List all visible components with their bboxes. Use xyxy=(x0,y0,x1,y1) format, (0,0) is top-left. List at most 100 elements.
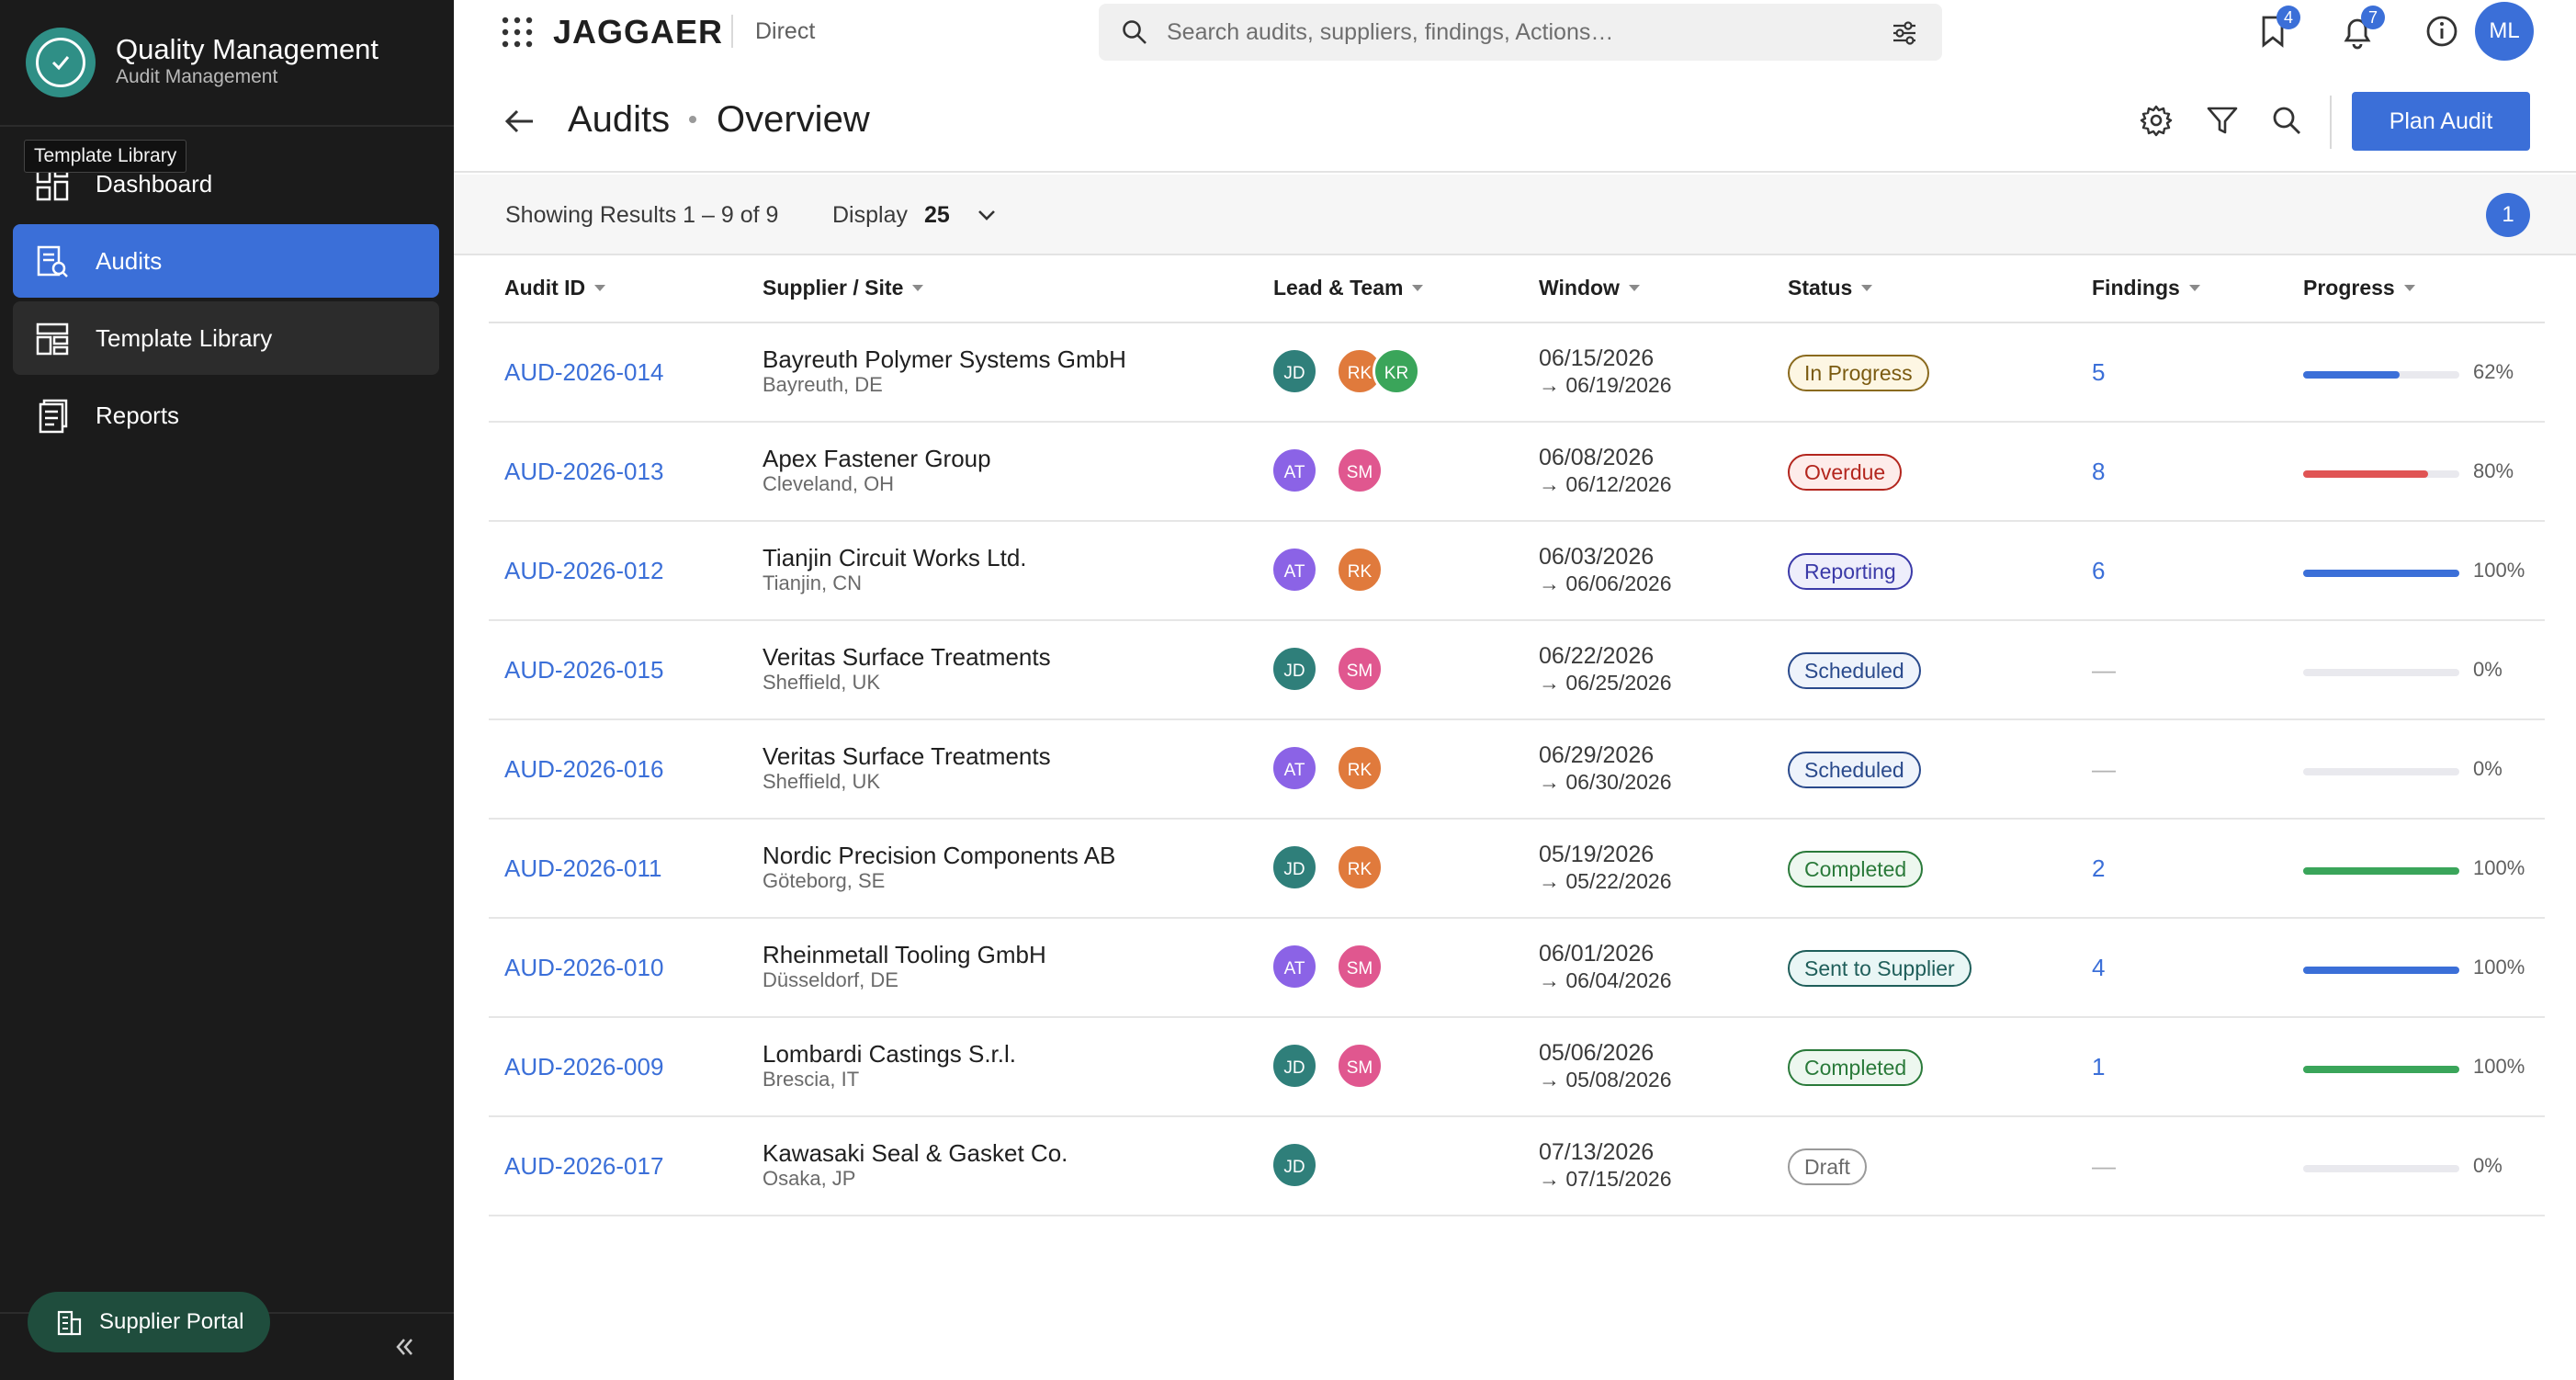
column-header-window[interactable]: Window xyxy=(1539,276,1640,300)
progress-bar xyxy=(2303,867,2459,875)
window-start: 06/08/2026 xyxy=(1539,445,1655,470)
back-arrow-icon[interactable] xyxy=(502,103,538,140)
window-start: 05/06/2026 xyxy=(1539,1040,1655,1066)
team-avatar[interactable]: RK xyxy=(1336,744,1384,792)
search-icon xyxy=(1123,20,1147,44)
brand-divider xyxy=(731,15,733,48)
team-avatar[interactable]: AT xyxy=(1271,744,1318,792)
column-header-team[interactable]: Lead & Team xyxy=(1273,276,1424,300)
progress-bar xyxy=(2303,768,2459,775)
supplier-site: Tianjin, CN xyxy=(763,571,862,594)
findings-count[interactable]: 8 xyxy=(2092,458,2105,486)
info-button[interactable] xyxy=(2423,13,2460,50)
column-header-progress[interactable]: Progress xyxy=(2303,276,2415,300)
table-row[interactable]: AUD-2026-017 Kawasaki Seal & Gasket Co. Os… xyxy=(489,1117,2545,1216)
table-row[interactable]: AUD-2026-010 Rheinmetall Tooling GmbH Düss… xyxy=(489,919,2545,1018)
table-row[interactable]: AUD-2026-012 Tianjin Circuit Works Ltd. Ti… xyxy=(489,522,2545,621)
team-avatar[interactable]: SM xyxy=(1336,1042,1384,1090)
search-input[interactable] xyxy=(1167,13,1865,51)
sidebar-item-template-library[interactable]: Template Library xyxy=(13,301,439,375)
audit-id-link[interactable]: AUD-2026-009 xyxy=(504,1053,663,1081)
audit-id-link[interactable]: AUD-2026-010 xyxy=(504,954,663,982)
progress-bar xyxy=(2303,371,2459,379)
team-avatar[interactable]: SM xyxy=(1336,943,1384,990)
audit-id-link[interactable]: AUD-2026-013 xyxy=(504,458,663,486)
supplier-site: Cleveland, OH xyxy=(763,472,895,495)
team-avatar[interactable]: AT xyxy=(1271,546,1318,594)
table-row[interactable]: AUD-2026-016 Veritas Surface Treatments Sh… xyxy=(489,720,2545,820)
table-row[interactable]: AUD-2026-014 Bayreuth Polymer Systems Gmb… xyxy=(489,323,2545,423)
sidebar-item-audits[interactable]: Audits xyxy=(13,224,439,298)
filter-icon[interactable] xyxy=(2205,103,2240,138)
app-grid-icon[interactable] xyxy=(500,15,535,50)
team-avatar[interactable]: AT xyxy=(1271,943,1318,990)
window-end: → 06/06/2026 xyxy=(1539,571,1672,595)
findings-count[interactable]: 5 xyxy=(2092,358,2105,387)
progress-bar xyxy=(2303,470,2459,478)
team-avatar[interactable]: JD xyxy=(1271,1042,1318,1090)
template-icon xyxy=(36,322,69,356)
findings-count[interactable]: 6 xyxy=(2092,557,2105,585)
team-avatar[interactable]: SM xyxy=(1336,447,1384,494)
team-avatar[interactable]: RK xyxy=(1336,843,1384,891)
column-header-findings[interactable]: Findings xyxy=(2092,276,2200,300)
collapse-sidebar-button[interactable] xyxy=(388,1330,421,1363)
team-avatar[interactable]: JD xyxy=(1271,843,1318,891)
findings-count[interactable]: 4 xyxy=(2092,954,2105,982)
team-avatar[interactable]: KR xyxy=(1373,347,1420,395)
audit-id-link[interactable]: AUD-2026-012 xyxy=(504,557,663,585)
status-badge: In Progress xyxy=(1788,355,1929,391)
sidebar-item-label: Dashboard xyxy=(96,169,213,198)
audit-id-link[interactable]: AUD-2026-014 xyxy=(504,358,663,387)
table-row[interactable]: AUD-2026-009 Lombardi Castings S.r.l. Bres… xyxy=(489,1018,2545,1117)
audit-id-link[interactable]: AUD-2026-015 xyxy=(504,656,663,684)
tooltip: Template Library xyxy=(24,140,187,173)
plan-audit-button[interactable]: Plan Audit xyxy=(2352,92,2530,151)
settings-gear-icon[interactable] xyxy=(2139,103,2174,138)
column-header-audit-id[interactable]: Audit ID xyxy=(504,276,606,300)
sort-icon xyxy=(912,285,924,291)
page-size-select[interactable]: 25 xyxy=(924,202,950,229)
progress-bar xyxy=(2303,967,2459,974)
team-avatar[interactable]: SM xyxy=(1336,645,1384,693)
table-header: Audit ID Supplier / Site Lead & Team Win… xyxy=(489,255,2545,323)
status-badge: Scheduled xyxy=(1788,752,1921,788)
table-row[interactable]: AUD-2026-013 Apex Fastener Group Cleveland… xyxy=(489,423,2545,522)
column-header-status[interactable]: Status xyxy=(1788,276,1873,300)
supplier-name: Bayreuth Polymer Systems GmbH xyxy=(763,345,1126,373)
table-row[interactable]: AUD-2026-011 Nordic Precision Components … xyxy=(489,820,2545,919)
sidebar: Quality Management Audit Management Temp… xyxy=(0,0,454,1380)
audit-id-link[interactable]: AUD-2026-017 xyxy=(504,1152,663,1181)
table-row[interactable]: AUD-2026-015 Veritas Surface Treatments Sh… xyxy=(489,621,2545,720)
search-filter-icon[interactable] xyxy=(1891,19,1918,47)
supplier-name: Nordic Precision Components AB xyxy=(763,842,1116,869)
supplier-name: Rheinmetall Tooling GmbH xyxy=(763,941,1046,968)
progress-fill xyxy=(2303,867,2459,875)
column-header-supplier[interactable]: Supplier / Site xyxy=(763,276,924,300)
breadcrumb-parent[interactable]: Audits xyxy=(568,99,670,141)
findings-count: — xyxy=(2092,1152,2116,1180)
bookmarks-button[interactable]: 4 xyxy=(2254,6,2300,50)
window-start: 06/01/2026 xyxy=(1539,941,1655,967)
team-avatar[interactable]: JD xyxy=(1271,347,1318,395)
findings-count[interactable]: 2 xyxy=(2092,854,2105,883)
findings-count[interactable]: 1 xyxy=(2092,1053,2105,1081)
team-avatar[interactable]: AT xyxy=(1271,447,1318,494)
chevron-down-icon[interactable] xyxy=(974,202,1000,228)
results-count: Showing Results 1 – 9 of 9 xyxy=(505,202,779,228)
audit-id-link[interactable]: AUD-2026-016 xyxy=(504,755,663,784)
sidebar-item-reports[interactable]: Reports xyxy=(13,379,439,452)
supplier-portal-button[interactable]: Supplier Portal xyxy=(28,1292,270,1352)
audit-id-link[interactable]: AUD-2026-011 xyxy=(504,854,662,883)
audits-table: Audit ID Supplier / Site Lead & Team Win… xyxy=(489,255,2545,1216)
team-avatar[interactable]: RK xyxy=(1336,546,1384,594)
user-avatar[interactable]: ML xyxy=(2475,2,2534,61)
page-number[interactable]: 1 xyxy=(2486,193,2530,237)
notifications-button[interactable]: 7 xyxy=(2339,6,2385,50)
team-avatar[interactable]: JD xyxy=(1271,645,1318,693)
table-search-icon[interactable] xyxy=(2269,103,2304,138)
team-avatar[interactable]: JD xyxy=(1271,1141,1318,1189)
progress-fill xyxy=(2303,1066,2459,1073)
progress-fill xyxy=(2303,470,2428,478)
supplier-name: Tianjin Circuit Works Ltd. xyxy=(763,544,1027,571)
